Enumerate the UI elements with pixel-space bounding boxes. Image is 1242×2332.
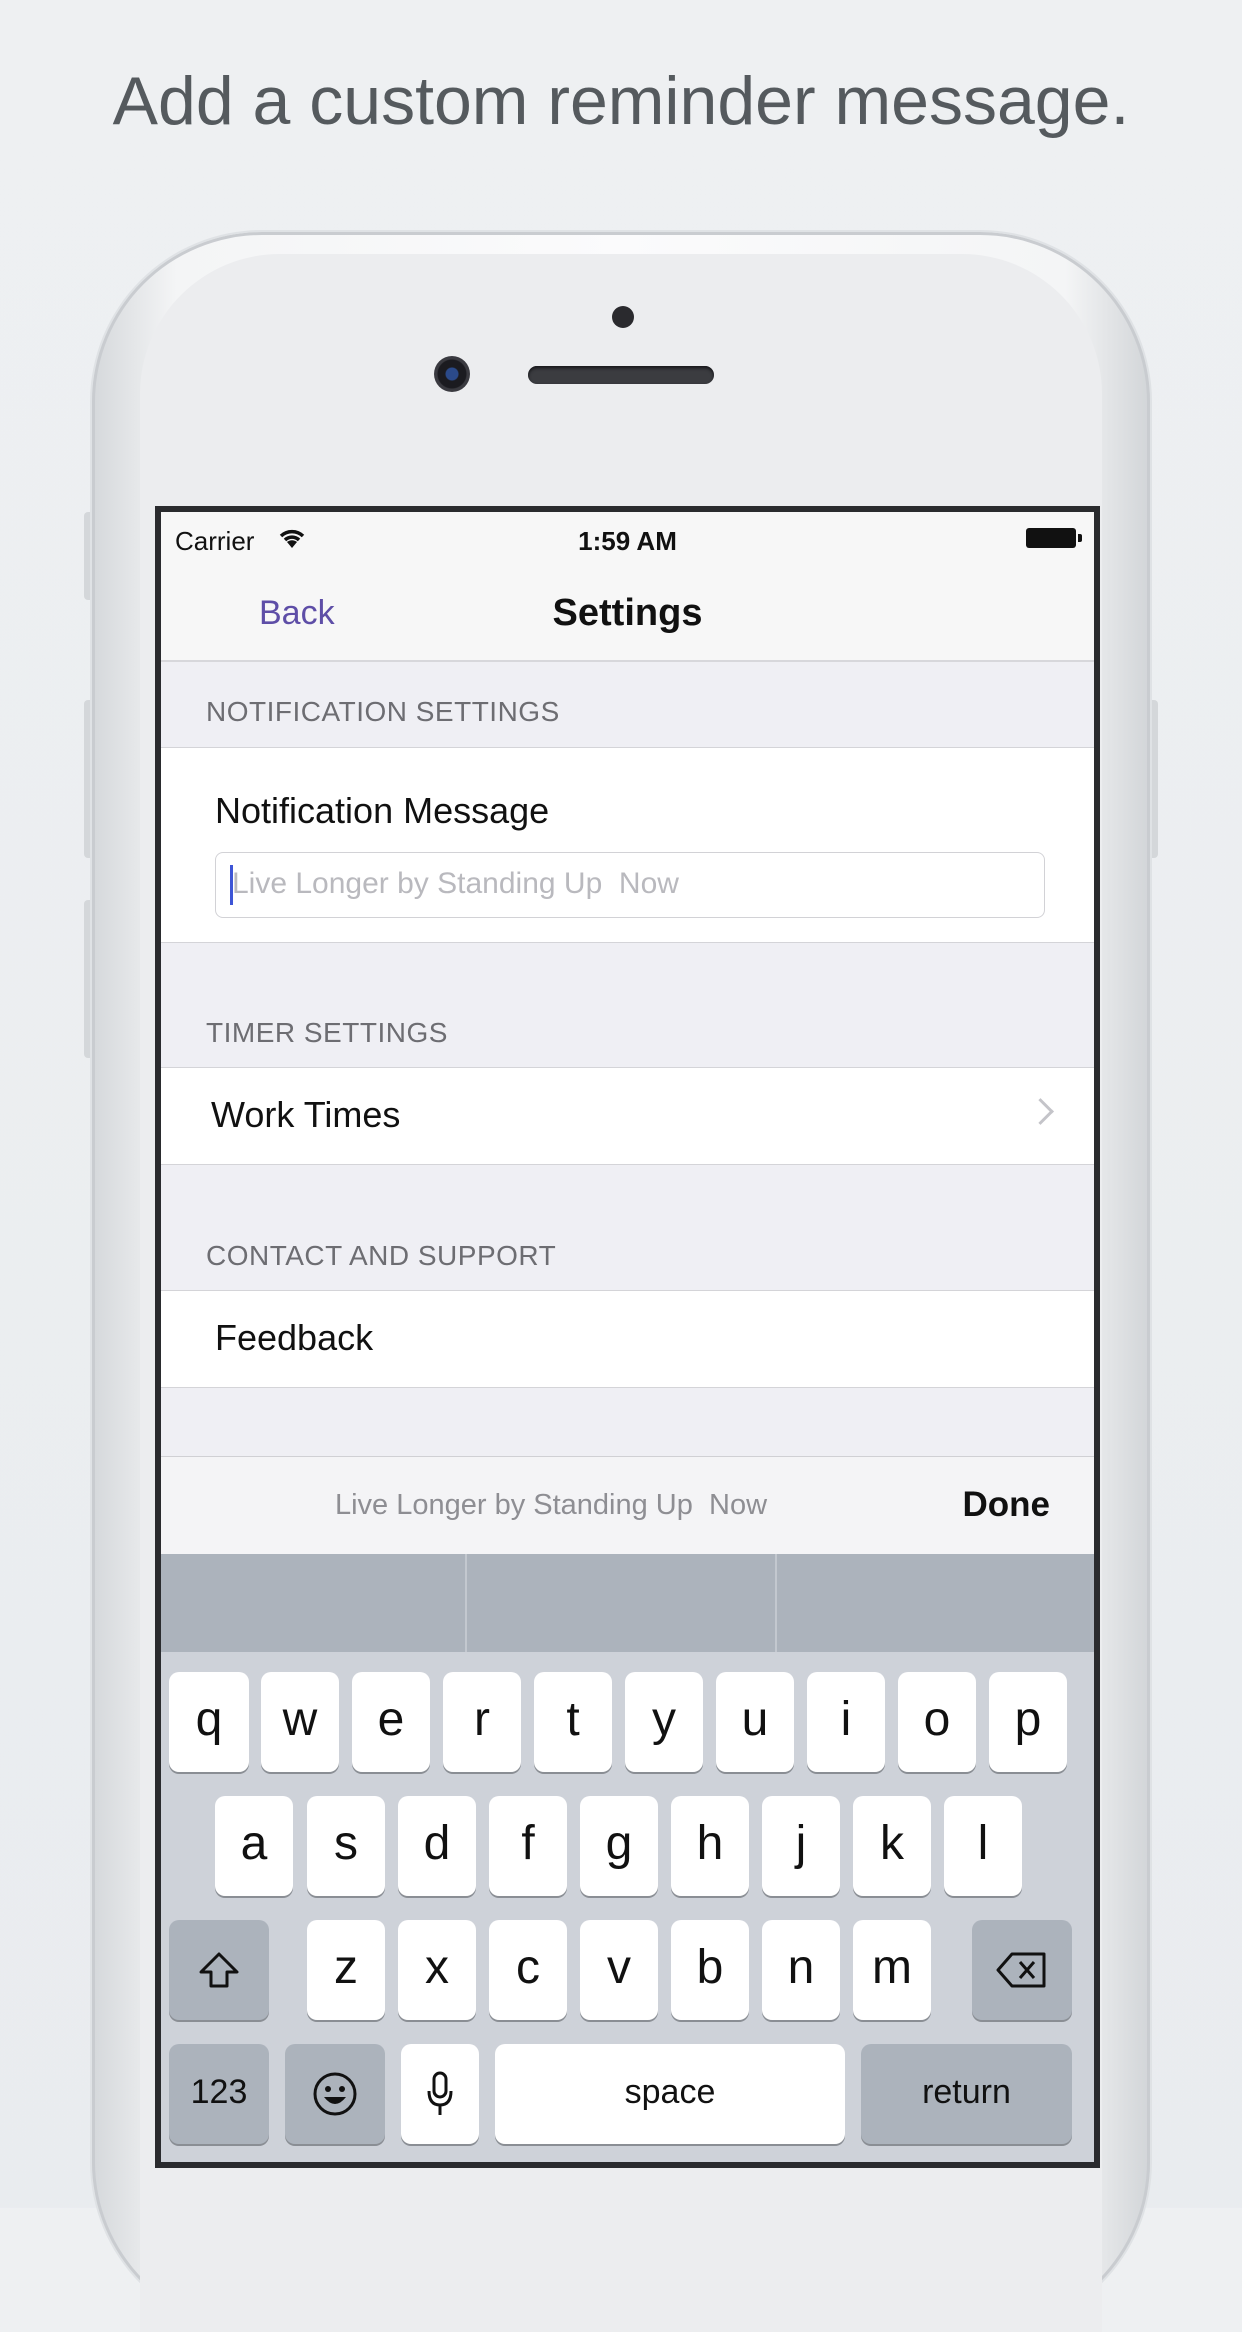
key-l[interactable]: l	[944, 1796, 1022, 1896]
shift-key[interactable]	[169, 1920, 269, 2020]
proximity-sensor	[612, 306, 634, 328]
key-i[interactable]: i	[807, 1672, 885, 1772]
page-title: Settings	[552, 592, 703, 634]
key-q[interactable]: q	[169, 1672, 249, 1772]
key-h[interactable]: h	[671, 1796, 749, 1896]
earpiece-speaker	[528, 366, 714, 384]
notification-message-label: Notification Message	[215, 790, 550, 831]
key-u[interactable]: u	[716, 1672, 794, 1772]
key-x[interactable]: x	[398, 1920, 476, 2020]
navigation-bar: Back Settings	[161, 564, 1094, 662]
key-s[interactable]: s	[307, 1796, 385, 1896]
delete-key[interactable]	[972, 1920, 1072, 2020]
key-o[interactable]: o	[898, 1672, 976, 1772]
clock: 1:59 AM	[578, 526, 677, 556]
microphone-icon	[427, 2071, 453, 2115]
timer-settings-header: TIMER SETTINGS	[206, 1017, 448, 1048]
return-key[interactable]: return	[861, 2044, 1072, 2144]
suggestion-bar[interactable]	[161, 1554, 1094, 1652]
feedback-label: Feedback	[215, 1317, 374, 1358]
key-k[interactable]: k	[853, 1796, 931, 1896]
key-p[interactable]: p	[989, 1672, 1067, 1772]
key-t[interactable]: t	[534, 1672, 612, 1772]
key-c[interactable]: c	[489, 1920, 567, 2020]
key-g[interactable]: g	[580, 1796, 658, 1896]
emoji-key[interactable]	[285, 2044, 385, 2144]
done-button[interactable]: Done	[963, 1485, 1051, 1525]
backspace-icon	[996, 1952, 1046, 1988]
work-times-cell[interactable]: Work Times	[161, 1067, 1094, 1165]
notification-message-input[interactable]: Live Longer by Standing Up Now	[215, 852, 1045, 918]
key-v[interactable]: v	[580, 1920, 658, 2020]
numbers-key[interactable]: 123	[169, 2044, 269, 2144]
keyboard: q w e r t y u i o p a s d f g h j k l z …	[161, 1554, 1094, 2162]
key-w[interactable]: w	[261, 1672, 339, 1772]
key-d[interactable]: d	[398, 1796, 476, 1896]
dictation-key[interactable]	[401, 2044, 479, 2144]
suggestion-divider	[775, 1554, 777, 1652]
chevron-right-icon	[1027, 1098, 1054, 1125]
battery-icon	[1026, 528, 1082, 548]
work-times-label: Work Times	[211, 1094, 401, 1135]
notification-settings-header: NOTIFICATION SETTINGS	[206, 696, 560, 727]
message-preview: Live Longer by Standing Up Now	[334, 1489, 768, 1521]
notification-message-placeholder: Live Longer by Standing Up Now	[232, 867, 679, 900]
status-bar: Carrier 1:59 AM	[161, 512, 1094, 564]
key-m[interactable]: m	[853, 1920, 931, 2020]
notification-message-cell: Notification Message Live Longer by Stan…	[161, 747, 1094, 943]
headline: Add a custom reminder message.	[112, 63, 1130, 139]
shift-icon	[199, 1952, 239, 1988]
key-f[interactable]: f	[489, 1796, 567, 1896]
suggestion-divider	[465, 1554, 467, 1652]
key-y[interactable]: y	[625, 1672, 703, 1772]
feedback-cell[interactable]: Feedback	[161, 1290, 1094, 1388]
key-e[interactable]: e	[352, 1672, 430, 1772]
space-key[interactable]: space	[495, 2044, 845, 2144]
key-r[interactable]: r	[443, 1672, 521, 1772]
front-camera	[434, 356, 470, 392]
key-j[interactable]: j	[762, 1796, 840, 1896]
contact-support-header: CONTACT AND SUPPORT	[206, 1240, 557, 1271]
key-z[interactable]: z	[307, 1920, 385, 2020]
key-b[interactable]: b	[671, 1920, 749, 2020]
key-a[interactable]: a	[215, 1796, 293, 1896]
emoji-icon	[313, 2072, 357, 2116]
phone-screen: Carrier 1:59 AM Back Settings NOTIFICATI…	[155, 506, 1100, 2168]
text-caret	[230, 865, 233, 905]
keyboard-toolbar: Live Longer by Standing Up Now Done	[161, 1456, 1094, 1555]
key-n[interactable]: n	[762, 1920, 840, 2020]
